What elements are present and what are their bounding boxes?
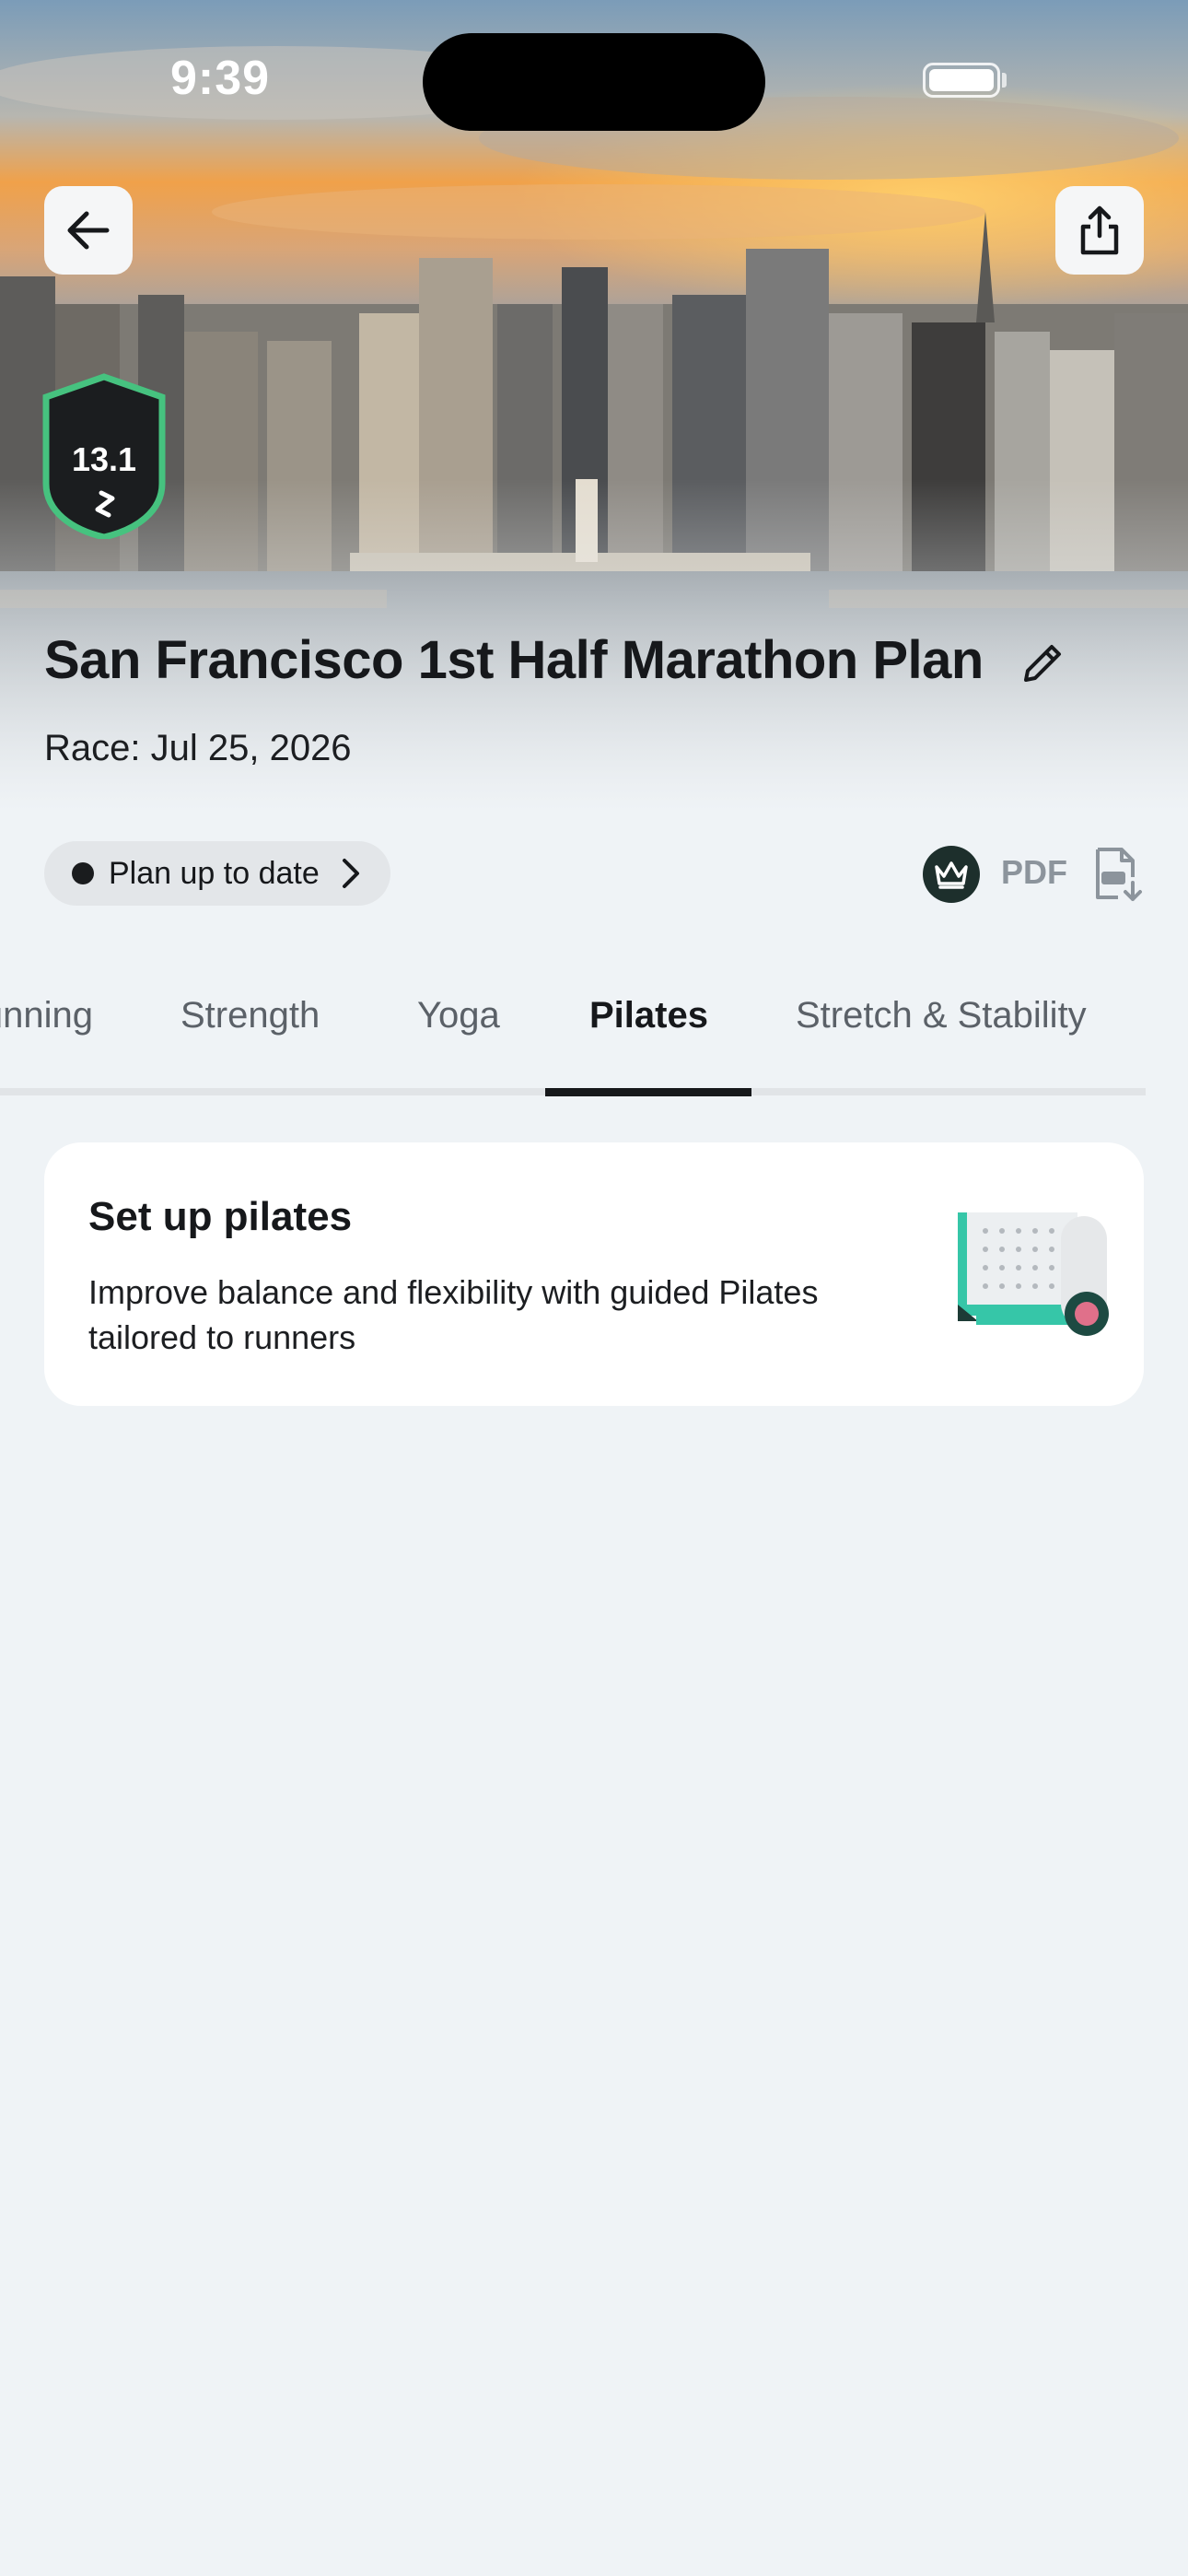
card-description: Improve balance and flexibility with gui… bbox=[88, 1273, 819, 1356]
tab-strength[interactable]: Strength bbox=[181, 995, 320, 1036]
premium-crown-icon bbox=[923, 846, 980, 903]
plan-status-label: Plan up to date bbox=[109, 855, 320, 891]
arrow-left-icon bbox=[67, 211, 110, 250]
pdf-download-icon[interactable] bbox=[1092, 846, 1144, 903]
battery-icon bbox=[923, 63, 1000, 98]
share-button[interactable] bbox=[1055, 186, 1144, 275]
status-time: 9:39 bbox=[170, 52, 271, 105]
plan-status-pill[interactable]: Plan up to date bbox=[44, 841, 390, 906]
card-title: Set up pilates bbox=[88, 1194, 353, 1239]
back-button[interactable] bbox=[44, 186, 133, 275]
hero-banner: 9:39 13.1 San Francisco 1st Half Maratho… bbox=[0, 0, 1188, 811]
pilates-mat-illustration-icon bbox=[958, 1212, 1109, 1336]
plan-title: San Francisco 1st Half Marathon Plan bbox=[44, 630, 984, 690]
share-icon bbox=[1080, 205, 1119, 255]
training-tabs: Running Strength Yoga Pilates Stretch & … bbox=[0, 995, 1188, 1098]
tab-yoga[interactable]: Yoga bbox=[417, 995, 500, 1036]
tab-running[interactable]: Running bbox=[0, 995, 93, 1036]
active-tab-indicator bbox=[545, 1088, 751, 1096]
badge-distance: 13.1 bbox=[71, 440, 137, 478]
race-date: Race: Jul 25, 2026 bbox=[44, 728, 352, 768]
battery-tip bbox=[1002, 73, 1007, 88]
tab-stretch-stability[interactable]: Stretch & Stability bbox=[796, 995, 1087, 1036]
pdf-label[interactable]: PDF bbox=[1001, 853, 1067, 892]
status-dot bbox=[72, 862, 94, 884]
setup-pilates-card[interactable]: Set up pilates Improve balance and flexi… bbox=[44, 1142, 1144, 1406]
edit-pencil-icon[interactable] bbox=[1019, 639, 1066, 687]
chevron-right-icon bbox=[342, 859, 359, 888]
dynamic-island bbox=[423, 33, 765, 131]
tab-pilates[interactable]: Pilates bbox=[589, 995, 708, 1036]
